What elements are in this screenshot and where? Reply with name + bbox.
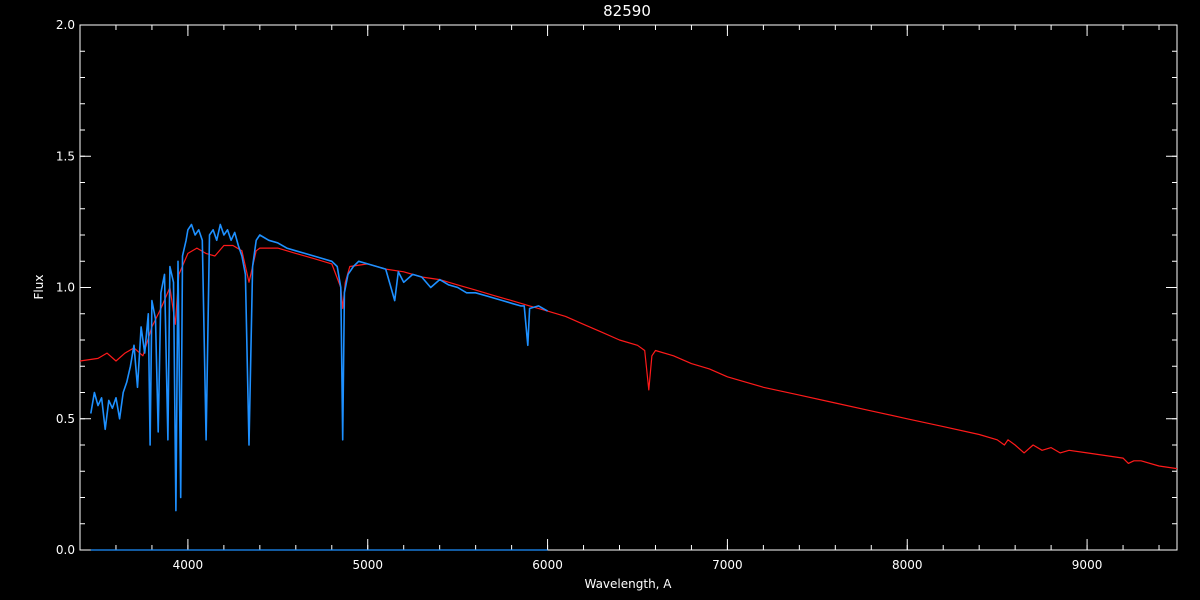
y-tick-label: 1.5: [56, 149, 75, 163]
axis-ticks: [79, 24, 1177, 551]
x-tick-label: 8000: [892, 558, 923, 572]
y-tick-label: 1.0: [56, 281, 75, 295]
y-axis-label: Flux: [32, 275, 46, 300]
observed-spectrum-line: [90, 223, 549, 512]
model-spectrum-line: [79, 244, 1178, 470]
x-tick-label: 9000: [1072, 558, 1103, 572]
y-tick-label: 2.0: [56, 18, 75, 32]
y-tick-label: 0.0: [56, 543, 75, 557]
x-axis-label: Wavelength, A: [584, 577, 672, 591]
y-tick-label: 0.5: [56, 412, 75, 426]
spectrum-chart: 82590 4000 5000 6000 7000 8000 9000 0.0 0.5 1.0 1…: [0, 0, 1200, 600]
plot-frame: [79, 24, 1178, 551]
series-layer: [79, 223, 1178, 551]
x-tick-label: 6000: [532, 558, 563, 572]
chart-title: 82590: [603, 2, 651, 20]
x-tick-label: 4000: [173, 558, 204, 572]
x-tick-label: 7000: [712, 558, 743, 572]
axis-tick-labels: 4000 5000 6000 7000 8000 9000 0.0 0.5 1.0 1.5 2.0: [56, 18, 1102, 572]
x-tick-label: 5000: [352, 558, 383, 572]
